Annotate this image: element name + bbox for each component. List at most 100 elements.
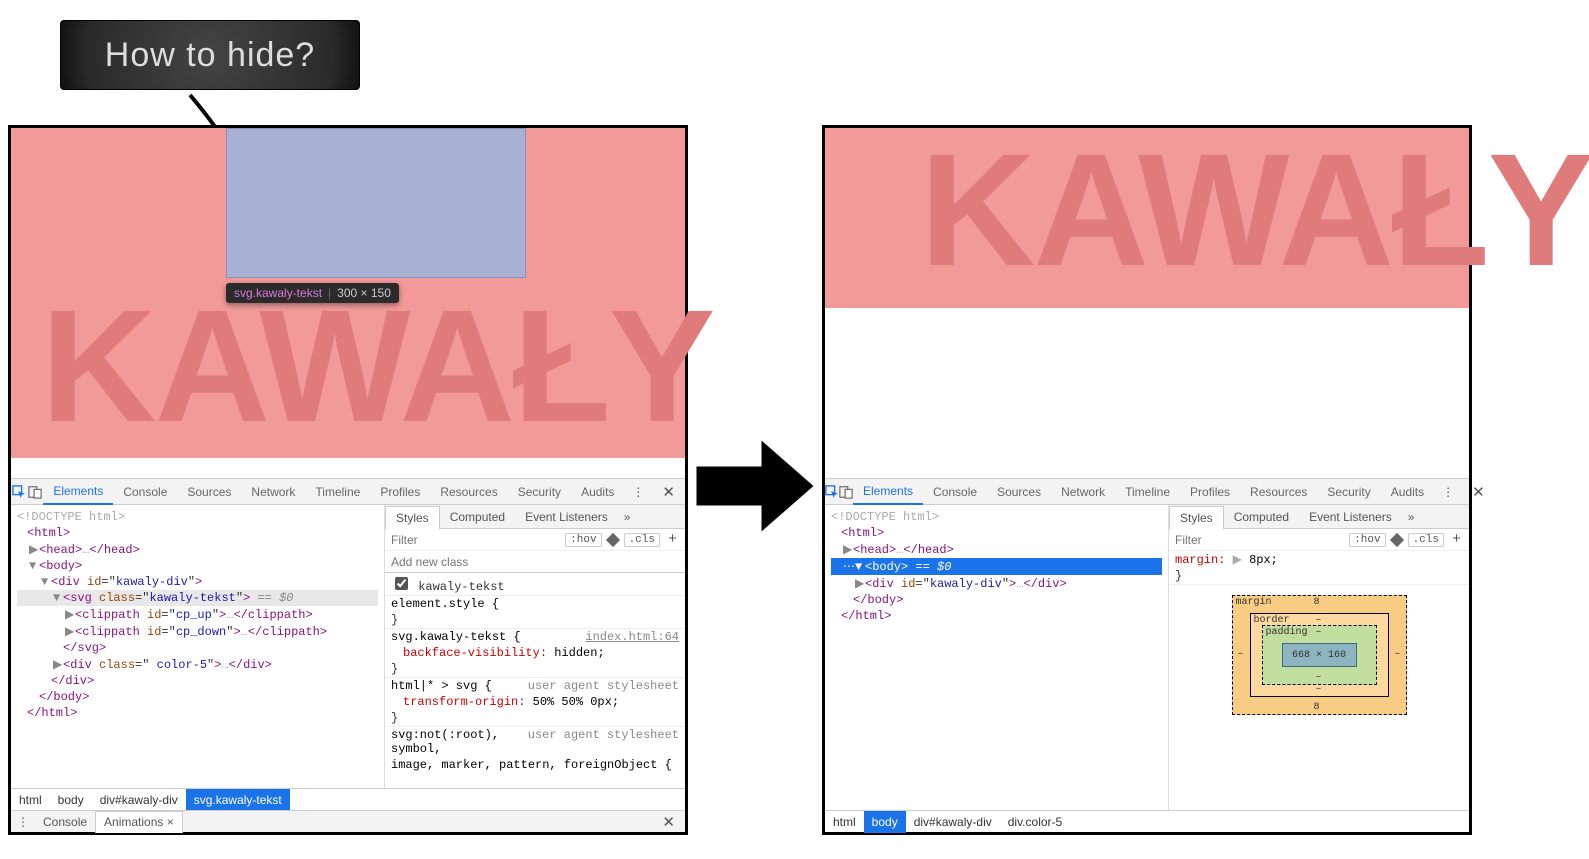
- dom-line[interactable]: ▶<div class=" color-5">…</div>: [17, 656, 378, 673]
- new-rule-button[interactable]: +: [1448, 531, 1465, 548]
- expand-tri-icon[interactable]: ▶: [1233, 553, 1242, 567]
- class-input[interactable]: [389, 554, 681, 570]
- rule-selector[interactable]: index.html:64svg.kawaly-tekst {: [385, 629, 685, 645]
- tab-resources[interactable]: Resources: [1240, 479, 1317, 505]
- rule-selector[interactable]: user agent stylesheethtml|* > svg {: [385, 678, 685, 694]
- drawer-close-button[interactable]: ✕: [652, 813, 685, 831]
- subtab-more-icon[interactable]: »: [1402, 505, 1421, 529]
- dom-line[interactable]: ▼<svg class="kawaly-tekst"> == $0: [17, 590, 378, 606]
- callout-text: How to hide?: [105, 36, 315, 75]
- close-devtools-button[interactable]: ✕: [652, 483, 685, 501]
- crumb-html[interactable]: html: [825, 811, 864, 833]
- cls-button[interactable]: .cls: [624, 533, 660, 547]
- bm-dash: –: [1316, 684, 1322, 695]
- dom-tree[interactable]: <!DOCTYPE html> <html>▶<head>…</head>⋯▼<…: [825, 505, 1169, 810]
- tab-resources[interactable]: Resources: [430, 479, 507, 505]
- tab-audits[interactable]: Audits: [571, 479, 624, 505]
- dom-line[interactable]: ▶<head>…</head>: [17, 541, 378, 558]
- diamond-icon[interactable]: [606, 532, 620, 546]
- dom-line[interactable]: </html>: [831, 608, 1162, 624]
- rules-pane[interactable]: element.style {}index.html:64svg.kawaly-…: [385, 596, 685, 788]
- tab-security[interactable]: Security: [508, 479, 571, 505]
- inspect-icon[interactable]: [825, 479, 839, 505]
- crumb-body[interactable]: body: [50, 789, 92, 811]
- hov-button[interactable]: :hov: [565, 533, 601, 547]
- dom-line[interactable]: ▶<head>…</head>: [831, 541, 1162, 558]
- rules-pane[interactable]: margin: ▶ 8px; } 668 × 160: [1169, 551, 1469, 810]
- more-icon[interactable]: ⋮: [1434, 485, 1462, 499]
- dom-line[interactable]: </body>: [831, 592, 1162, 608]
- dom-line[interactable]: ▶<clippath id="cp_down">…</clippath>: [17, 623, 378, 640]
- filter-input[interactable]: [389, 532, 561, 548]
- crumb-div-kawaly-div[interactable]: div#kawaly-div: [906, 811, 1000, 833]
- class-checkbox[interactable]: [395, 577, 408, 590]
- tab-profiles[interactable]: Profiles: [370, 479, 430, 505]
- crumb-svg-kawaly-tekst[interactable]: svg.kawaly-tekst: [186, 789, 290, 811]
- rule-selector[interactable]: image, marker, pattern, foreignObject {: [385, 757, 685, 773]
- filter-row: :hov .cls +: [1169, 529, 1469, 551]
- dom-line[interactable]: <html>: [831, 525, 1162, 541]
- tab-timeline[interactable]: Timeline: [1115, 479, 1180, 505]
- doctype-line: <!DOCTYPE html>: [831, 509, 1162, 525]
- box-model-diagram: 668 × 160 margin border padding 8 8 – – …: [1232, 595, 1407, 715]
- dom-line[interactable]: ▶<div id="kawaly-div">…</div>: [831, 575, 1162, 592]
- device-icon[interactable]: [839, 479, 853, 505]
- drawer-tab-console[interactable]: Console: [35, 811, 95, 833]
- crumb-body[interactable]: body: [864, 811, 906, 833]
- subtab-event-listeners[interactable]: Event Listeners: [1299, 505, 1402, 529]
- crumb-html[interactable]: html: [11, 789, 50, 811]
- rule-prop-line[interactable]: transform-origin: 50% 50% 0px;: [385, 694, 685, 710]
- styles-subtabs: StylesComputedEvent Listeners»: [1169, 505, 1469, 529]
- rule-selector[interactable]: user agent stylesheetsvg:not(:root), sym…: [385, 727, 685, 757]
- tab-audits[interactable]: Audits: [1381, 479, 1434, 505]
- preview-right: KAWAŁY: [825, 128, 1469, 478]
- tab-network[interactable]: Network: [241, 479, 305, 505]
- tab-profiles[interactable]: Profiles: [1180, 479, 1240, 505]
- tab-console[interactable]: Console: [923, 479, 987, 505]
- dom-line[interactable]: </div>: [17, 673, 378, 689]
- rule-prop-line[interactable]: backface-visibility: hidden;: [385, 645, 685, 661]
- device-icon[interactable]: [27, 479, 43, 505]
- tab-console[interactable]: Console: [113, 479, 177, 505]
- filter-input[interactable]: [1173, 532, 1345, 548]
- subtab-styles[interactable]: Styles: [385, 506, 440, 530]
- dom-line[interactable]: ⋯▼<body> == $0: [831, 558, 1162, 575]
- devtools-tabs: ElementsConsoleSourcesNetworkTimelinePro…: [11, 479, 685, 505]
- diamond-icon[interactable]: [1390, 532, 1404, 546]
- new-rule-button[interactable]: +: [664, 531, 681, 548]
- inspect-icon[interactable]: [11, 479, 27, 505]
- dom-line[interactable]: </html>: [17, 705, 378, 721]
- preview-left: KAWAŁY svg.kawaly-tekst | 300 × 150: [11, 128, 685, 478]
- dom-line[interactable]: <html>: [17, 525, 378, 541]
- subtab-computed[interactable]: Computed: [1224, 505, 1299, 529]
- crumb-div-color-5[interactable]: div.color-5: [1000, 811, 1070, 833]
- close-devtools-button[interactable]: ✕: [1462, 483, 1495, 501]
- rule-selector[interactable]: element.style {: [385, 596, 685, 612]
- dom-line[interactable]: </svg>: [17, 640, 378, 656]
- subtab-event-listeners[interactable]: Event Listeners: [515, 505, 618, 529]
- subtab-more-icon[interactable]: »: [618, 505, 637, 529]
- tab-sources[interactable]: Sources: [177, 479, 241, 505]
- cls-button[interactable]: .cls: [1408, 533, 1444, 547]
- subtab-computed[interactable]: Computed: [440, 505, 515, 529]
- more-icon[interactable]: ⋮: [624, 485, 652, 499]
- drawer-tab-animations[interactable]: Animations ×: [95, 811, 183, 833]
- dom-tree[interactable]: <!DOCTYPE html> <html>▶<head>…</head>▼<b…: [11, 505, 385, 788]
- tab-security[interactable]: Security: [1317, 479, 1380, 505]
- dom-line[interactable]: ▼<div id="kawaly-div">: [17, 574, 378, 590]
- dom-line[interactable]: ▶<clippath id="cp_up">…</clippath>: [17, 606, 378, 623]
- tab-elements[interactable]: Elements: [43, 479, 113, 505]
- tab-sources[interactable]: Sources: [987, 479, 1051, 505]
- filter-row: :hov .cls +: [385, 529, 685, 551]
- class-toggle-row: kawaly-tekst: [385, 573, 685, 596]
- rule-line[interactable]: margin: ▶ 8px;: [1169, 551, 1469, 568]
- tab-timeline[interactable]: Timeline: [305, 479, 370, 505]
- crumb-div-kawaly-div[interactable]: div#kawaly-div: [92, 789, 186, 811]
- dom-line[interactable]: ▼<body>: [17, 558, 378, 574]
- dom-line[interactable]: </body>: [17, 689, 378, 705]
- tab-elements[interactable]: Elements: [853, 479, 923, 505]
- drawer-more-icon[interactable]: ⋮: [11, 815, 35, 829]
- hov-button[interactable]: :hov: [1349, 533, 1385, 547]
- tab-network[interactable]: Network: [1051, 479, 1115, 505]
- subtab-styles[interactable]: Styles: [1169, 506, 1224, 530]
